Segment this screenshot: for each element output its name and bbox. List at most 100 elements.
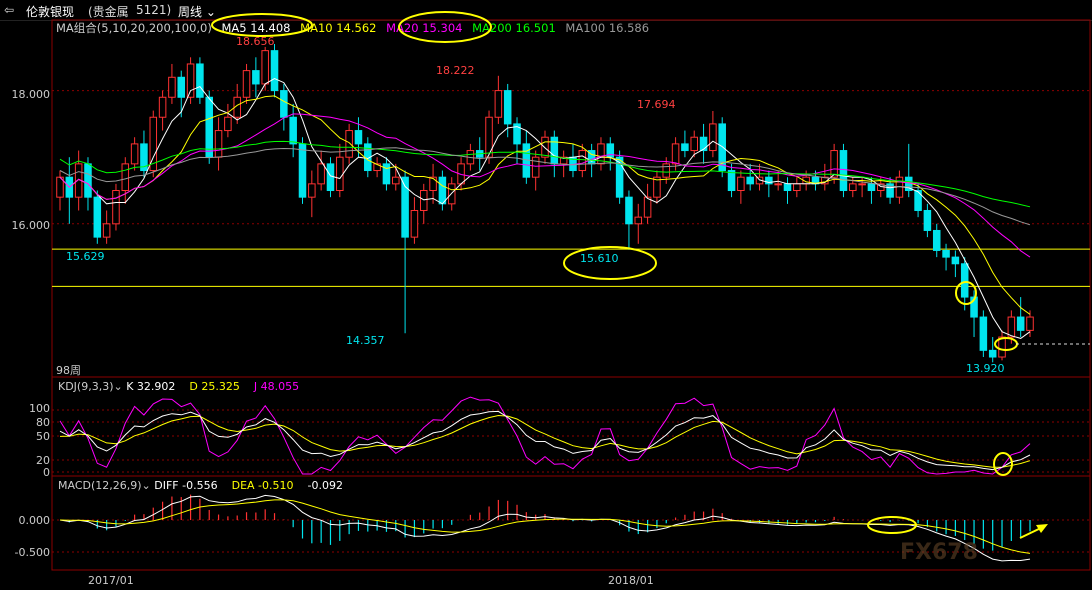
annotation-high-2: 18.222 (436, 64, 475, 77)
candle-body (979, 316, 988, 351)
macd-tick-0: 0.000 (18, 514, 51, 527)
date-tick-2017: 2017/01 (88, 574, 134, 587)
candle-body (112, 190, 120, 225)
candle-body (942, 249, 950, 258)
candle-body (839, 150, 848, 192)
macd-hist-value: -0.092 (307, 479, 343, 492)
chevron-down-icon: ⌄ (141, 479, 155, 492)
watermark-logo: FX678 (900, 540, 978, 565)
price-tick-18: 18.000 (11, 88, 51, 101)
annotation-low-4: 13.920 (966, 362, 1005, 375)
candle-body (485, 116, 493, 158)
kdj-title[interactable]: KDJ(9,3,3) (58, 380, 114, 393)
candle-body (121, 163, 130, 192)
kdj-tick-0: 0 (43, 466, 50, 479)
candle-body (923, 209, 932, 231)
candle-body (252, 70, 260, 85)
macd-dea-line (59, 499, 1031, 554)
macd-title[interactable]: MACD(12,26,9) (58, 479, 142, 492)
candle-body (830, 150, 838, 178)
candle-body (503, 90, 512, 125)
candle-body (214, 130, 223, 158)
price-tick-16: 16.000 (11, 219, 51, 232)
candle-body (951, 256, 960, 265)
candle-body (746, 176, 754, 185)
annotation-high-1: 18.656 (236, 35, 275, 48)
kdj-j-line (59, 396, 1031, 475)
candle-body (419, 190, 428, 211)
candle-body (336, 156, 344, 192)
annotation-low-3: 15.610 (580, 252, 619, 265)
candle-body (196, 63, 204, 98)
candle-body (531, 156, 540, 178)
candle-body (634, 216, 643, 225)
chart-canvas[interactable] (0, 0, 1092, 590)
candle-body (681, 143, 689, 152)
candle-body (783, 183, 792, 192)
candle-body (932, 229, 941, 251)
candle-body (727, 170, 736, 192)
candle-body (578, 150, 587, 172)
candle-body (242, 70, 251, 98)
candle-body (410, 209, 419, 238)
kdj-tick-80: 80 (36, 416, 50, 429)
candle-body (625, 196, 633, 225)
candle-body (690, 136, 698, 152)
candle-body (102, 223, 111, 238)
candle-body (867, 183, 876, 192)
candle-body (261, 50, 269, 85)
candle-body (429, 176, 437, 192)
kdj-tick-100: 100 (29, 402, 50, 415)
candle-body (793, 183, 801, 192)
candle-body (280, 90, 288, 118)
candle-body (382, 163, 391, 185)
candle-body (1007, 316, 1016, 338)
kdj-j-value: J 48.055 (253, 380, 300, 393)
chevron-down-icon: ⌄ (113, 380, 127, 393)
macd-diff-line (59, 494, 1031, 562)
candle-body (205, 96, 213, 158)
annotation-high-3: 17.694 (637, 98, 676, 111)
candle-body (317, 163, 325, 185)
candle-body (345, 130, 353, 158)
candle-body (1016, 316, 1025, 331)
annotation-low-1: 15.629 (66, 250, 105, 263)
candle-body (774, 183, 782, 186)
candle-body (858, 183, 866, 186)
candle-body (643, 196, 652, 218)
candle-body (392, 176, 400, 185)
kdj-d-value: D 25.325 (189, 380, 240, 393)
highlight-ellipse (211, 13, 313, 37)
macd-legend: MACD(12,26,9)⌄ DIFF -0.556 DEA -0.510 -0… (58, 479, 343, 492)
candle-body (662, 163, 671, 178)
week-count: 98周 (56, 364, 81, 377)
kdj-k-value: K 32.902 (126, 380, 176, 393)
candle-body (988, 349, 997, 358)
candle-body (168, 76, 176, 98)
candle-body (354, 130, 363, 145)
date-tick-2018: 2018/01 (608, 574, 654, 587)
kdj-tick-50: 50 (36, 430, 50, 443)
candle-body (270, 50, 279, 92)
candle-body (93, 196, 102, 238)
candle-body (158, 96, 167, 118)
candle-body (699, 136, 708, 152)
candle-body (326, 163, 335, 192)
candle-body (84, 163, 92, 198)
candle-body (130, 143, 139, 165)
candle-body (289, 116, 297, 145)
macd-dea-value: DEA -0.510 (231, 479, 294, 492)
candle-body (1026, 316, 1034, 331)
candle-body (960, 263, 969, 298)
candle-body (550, 136, 559, 165)
kdj-legend: KDJ(9,3,3)⌄ K 32.902 D 25.325 J 48.055 (58, 380, 299, 393)
candle-body (438, 176, 447, 205)
candle-body (737, 176, 745, 192)
candle-body (224, 116, 232, 132)
candle-body (671, 143, 680, 165)
macd-tick-neg05: -0.500 (14, 546, 50, 559)
candle-body (308, 183, 316, 198)
candle-body (298, 143, 307, 198)
candle-body (494, 90, 503, 118)
candle-body (849, 183, 857, 192)
